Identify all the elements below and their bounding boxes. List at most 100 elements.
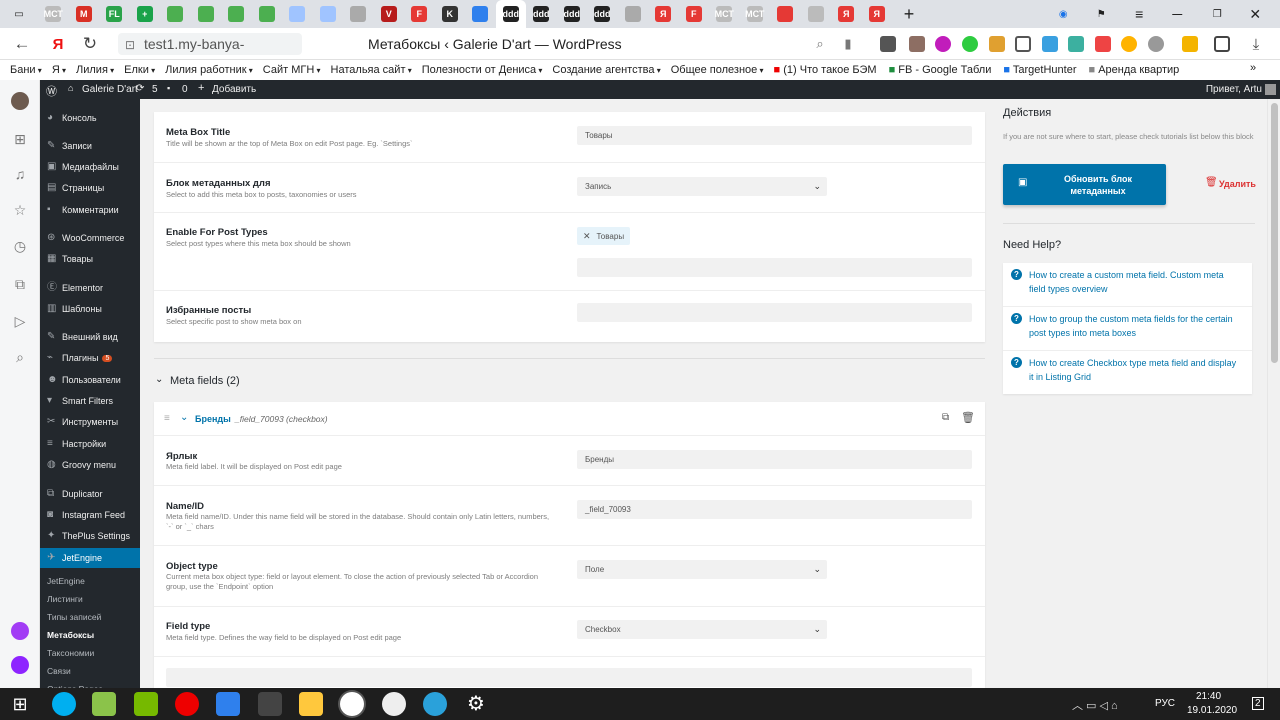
minimize-icon[interactable]: —	[1162, 0, 1193, 28]
update-meta-box-button[interactable]: ▣ Обновить блок метаданных	[1003, 164, 1166, 205]
extension-battery-icon[interactable]	[1182, 36, 1198, 52]
field-nameid-input[interactable]: _field_70093	[577, 500, 972, 519]
url-field[interactable]: test1.my-banya-bochka.ru	[118, 33, 302, 74]
bookmark-folder[interactable]: Сайт МГН	[263, 64, 321, 76]
menu-item[interactable]: ▥ Шаблоны	[40, 299, 140, 319]
browser-tab[interactable]	[618, 0, 649, 28]
menu-item[interactable]: ▤ Страницы	[40, 178, 140, 198]
clock-date[interactable]: 19.01.2020	[1187, 705, 1237, 716]
menu-item[interactable]: ≡ Настройки	[40, 434, 140, 454]
account-greeting[interactable]: Привет, Artu	[1206, 84, 1262, 95]
settings-icon[interactable]: ⚙	[464, 692, 488, 716]
menu-item[interactable]: ☻ Пользователи	[40, 370, 140, 390]
object-type-select[interactable]: Поле ⌄	[577, 560, 827, 579]
help-link[interactable]: How to group the custom meta fields for …	[1029, 312, 1239, 340]
menu-item[interactable]: ◙ Instagram Feed	[40, 505, 140, 525]
bookmark-icon[interactable]: ▮	[838, 34, 858, 54]
telegram-icon[interactable]	[423, 692, 447, 716]
extension-d-icon[interactable]	[935, 36, 951, 52]
submenu-item[interactable]: Options Pages	[40, 680, 140, 688]
play-icon[interactable]: ▷	[11, 312, 29, 330]
bookmark-link[interactable]: ■ FB - Google Табли	[889, 64, 992, 76]
notification-icon[interactable]: 2	[1252, 697, 1264, 710]
add-new-icon[interactable]: +	[198, 82, 204, 94]
extension-share-icon[interactable]	[1214, 36, 1230, 52]
bookmark-link[interactable]: ■ TargetHunter	[1003, 64, 1076, 76]
browser-tab[interactable]	[801, 0, 832, 28]
notion-icon[interactable]	[258, 692, 282, 716]
bookmark-manager-icon[interactable]: ⚑	[1086, 0, 1117, 28]
help-item[interactable]: ? How to group the custom meta fields for…	[1003, 307, 1252, 351]
browser-tab[interactable]	[343, 0, 374, 28]
extension-shield-icon[interactable]	[1015, 36, 1031, 52]
clock-icon[interactable]: ◷	[11, 237, 29, 255]
menu-item[interactable]: ▦ Товары	[40, 249, 140, 269]
browser-tab[interactable]: ddd	[587, 0, 618, 28]
page-scrollbar[interactable]	[1267, 99, 1280, 688]
scrollbar-thumb[interactable]	[1271, 103, 1278, 363]
post-types-input[interactable]	[577, 258, 972, 277]
yandex-browser-2-icon[interactable]	[382, 692, 406, 716]
extension-key-icon[interactable]	[989, 36, 1005, 52]
menu-item[interactable]: ✦ ThePlus Settings	[40, 526, 140, 546]
browser-tab[interactable]	[282, 0, 313, 28]
comments-icon[interactable]: ▪	[167, 83, 170, 93]
alice-app-icon[interactable]	[11, 622, 29, 640]
browser-tab[interactable]: М	[69, 0, 100, 28]
bookmarks-more-icon[interactable]: »	[1250, 62, 1256, 74]
bookmark-folder[interactable]: Полезности от Дениса	[422, 64, 543, 76]
meta-for-select[interactable]: Запись ⌄	[577, 177, 827, 196]
sidebar-toggle-icon[interactable]: ▭	[0, 0, 38, 28]
extension-owl-icon[interactable]	[1068, 36, 1084, 52]
featured-posts-input[interactable]	[577, 303, 972, 322]
bookmark-folder[interactable]: Натальяa сайт	[331, 64, 412, 76]
account-avatar[interactable]	[1265, 84, 1276, 95]
skype-icon[interactable]	[52, 692, 76, 716]
alice-icon[interactable]	[11, 656, 29, 674]
browser-tab[interactable]	[465, 0, 496, 28]
menu-item[interactable]: ◕ Консоль	[40, 108, 140, 128]
bookmark-link[interactable]: ■ (1) Что такое БЭМ	[774, 64, 877, 76]
browser-tab[interactable]	[313, 0, 344, 28]
submenu-item[interactable]: Метабоксы	[40, 626, 140, 644]
help-link[interactable]: How to create a custom meta field. Custo…	[1029, 268, 1239, 296]
admin-site-name[interactable]: Galerie D'art	[82, 84, 138, 95]
browser-tab[interactable]: K	[435, 0, 466, 28]
next-field-input[interactable]	[166, 668, 972, 687]
remove-chip-icon[interactable]: ✕	[583, 231, 591, 241]
yandex-browser-icon[interactable]	[340, 692, 364, 716]
comments-count[interactable]: 0	[182, 84, 188, 95]
browser-tab[interactable]: МСТ	[709, 0, 740, 28]
avatar[interactable]	[11, 92, 29, 110]
add-new-link[interactable]: Добавить	[212, 84, 256, 95]
menu-icon[interactable]: ≡	[1124, 0, 1155, 28]
submenu-item[interactable]: Таксономии	[40, 644, 140, 662]
browser-tab[interactable]: Я	[831, 0, 862, 28]
browser-tab[interactable]	[252, 0, 283, 28]
windows-start-icon[interactable]: ⊞	[8, 692, 32, 716]
bookmark-folder[interactable]: Общее полезное	[671, 64, 764, 76]
menu-item[interactable]: ▪ Комментарии	[40, 200, 140, 220]
menu-item[interactable]: ✎ Записи	[40, 136, 140, 156]
updates-icon[interactable]: ⟳	[136, 83, 144, 94]
drag-handle-icon[interactable]: ≡	[164, 413, 170, 424]
meta-box-title-input[interactable]: Товары	[577, 126, 972, 145]
menu-item[interactable]: ⧉ Duplicator	[40, 484, 140, 504]
bookmark-folder[interactable]: Создание агентства	[552, 64, 660, 76]
browser-tab[interactable]	[221, 0, 252, 28]
site-info-icon[interactable]: ⊡	[120, 35, 140, 55]
profile-icon[interactable]: ◉	[1048, 0, 1079, 28]
browser-tab[interactable]: Я	[862, 0, 893, 28]
extension-blue-icon[interactable]	[1042, 36, 1058, 52]
bookmark-folder[interactable]: Лилия работник	[165, 64, 253, 76]
browser-tab[interactable]: МСТ	[38, 0, 69, 28]
submenu-item[interactable]: JetEngine	[40, 572, 140, 590]
post-type-chip[interactable]: ✕ Товары	[577, 227, 631, 245]
close-window-icon[interactable]: ✕	[1240, 0, 1271, 28]
download-icon[interactable]: ⤓	[1246, 34, 1266, 54]
menu-item[interactable]: ⌁ Плагины 5	[40, 348, 140, 368]
bookmark-link[interactable]: ■ Аренда квартир	[1088, 64, 1179, 76]
field-name[interactable]: Бренды	[195, 414, 231, 424]
collections-icon[interactable]: ⧉	[11, 275, 29, 293]
menu-item[interactable]: Ⓔ Elementor	[40, 278, 140, 298]
